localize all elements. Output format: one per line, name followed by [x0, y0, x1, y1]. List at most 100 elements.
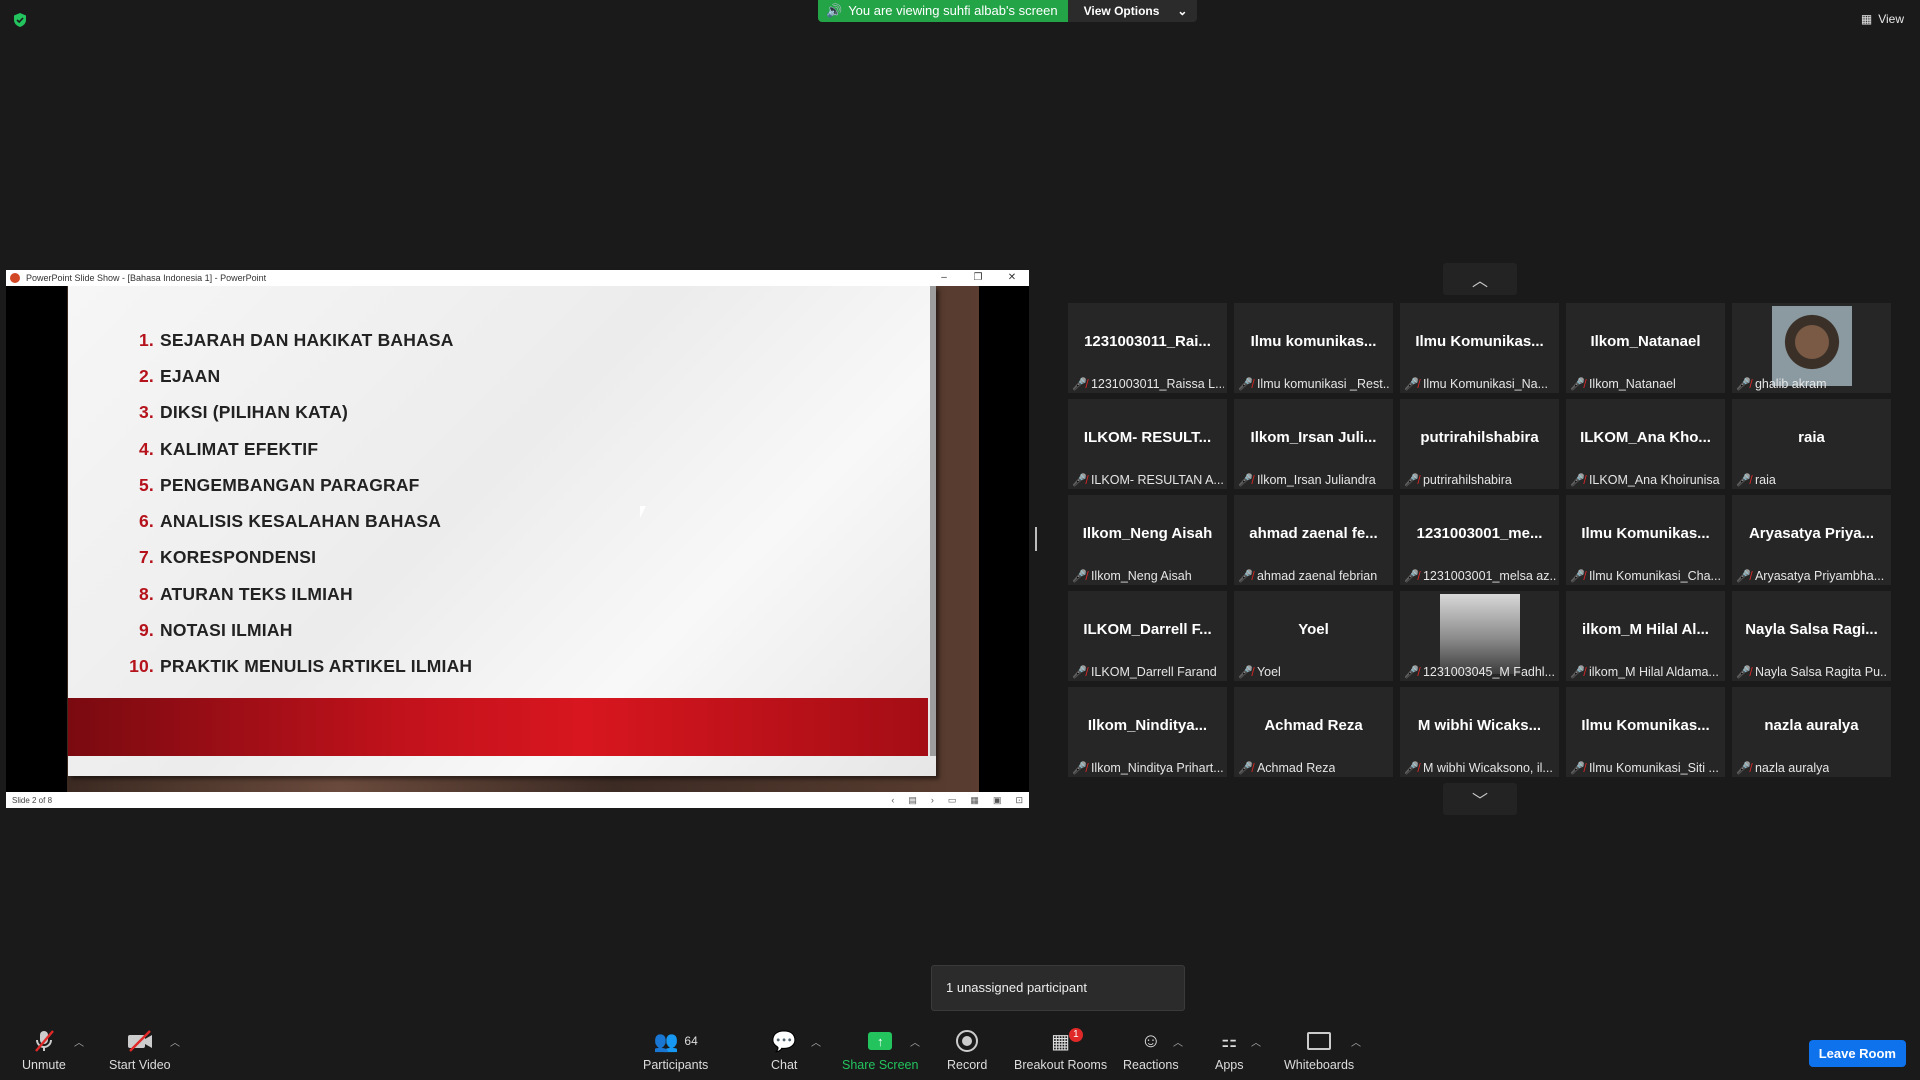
participant-tile[interactable]: Yoel 🎤̸ Yoel — [1234, 591, 1393, 681]
participant-name: Nayla Salsa Ragita Pu... — [1754, 665, 1888, 679]
whiteboards-button[interactable]: Whiteboards — [1284, 1028, 1354, 1072]
participant-display-name: Ilmu Komunikas... — [1581, 525, 1710, 542]
chat-button[interactable]: 💬 Chat — [771, 1028, 797, 1073]
participant-tile[interactable]: ilkom_M Hilal Al... 🎤̸ ilkom_M Hilal Aldam… — [1566, 591, 1725, 681]
participant-tile[interactable]: 🎤̸ 1231003045_M Fadhl... — [1400, 591, 1559, 681]
participant-name-label: 🎤̸ Ilmu Komunikasi_Na... — [1404, 377, 1548, 391]
panel-splitter-handle[interactable] — [1035, 527, 1037, 551]
topic-number: 3. — [139, 402, 154, 423]
participant-tile[interactable]: ahmad zaenal fe... 🎤̸ ahmad zaenal febrian — [1234, 495, 1393, 585]
reactions-caret-icon[interactable]: ︿ — [1173, 1034, 1183, 1049]
mouse-cursor-icon — [640, 506, 646, 518]
apps-button[interactable]: ⚏ Apps — [1215, 1028, 1244, 1073]
participant-tile[interactable]: Ilkom_Neng Aisah 🎤̸ Ilkom_Neng Aisah — [1068, 495, 1227, 585]
restore-icon[interactable]: ❐ — [961, 270, 995, 286]
muted-mic-icon: 🎤̸ — [1736, 569, 1751, 583]
next-slide-icon[interactable]: › — [931, 795, 934, 805]
participant-tile[interactable]: Ilmu Komunikas... 🎤̸ Ilmu Komunikasi_Siti … — [1566, 687, 1725, 777]
participant-tile[interactable]: 1231003011_Rai... 🎤̸ 1231003011_Raissa L..… — [1068, 303, 1227, 393]
participant-tile[interactable]: ILKOM- RESULT... 🎤̸ ILKOM- RESULTAN A... — [1068, 399, 1227, 489]
participant-tile[interactable]: nazla auralya 🎤̸ nazla auralya — [1732, 687, 1891, 777]
audio-options-caret-icon[interactable]: ︿ — [74, 1034, 84, 1049]
breakout-rooms-button[interactable]: ▦ 1 Breakout Rooms — [1014, 1028, 1107, 1072]
participant-tile[interactable]: Ilkom_Irsan Juli... 🎤̸ Ilkom_Irsan Juliand… — [1234, 399, 1393, 489]
participant-tile[interactable]: 1231003001_me... 🎤̸ 1231003001_melsa az... — [1400, 495, 1559, 585]
slide-menu-icon[interactable]: ▤ — [908, 795, 917, 806]
apps-caret-icon[interactable]: ︿ — [1251, 1034, 1261, 1049]
reading-view-icon[interactable]: ▣ — [993, 795, 1002, 806]
powerpoint-icon — [10, 273, 20, 283]
close-icon[interactable]: ✕ — [995, 270, 1029, 286]
grid-icon: ▦ — [1860, 12, 1873, 26]
participant-tile[interactable]: Ilkom_Natanael 🎤̸ Ilkom_Natanael — [1566, 303, 1725, 393]
share-screen-icon: ↑ — [868, 1032, 893, 1050]
topic-text: KALIMAT EFEKTIF — [160, 438, 319, 459]
participant-tile[interactable]: Ilmu Komunikas... 🎤̸ Ilmu Komunikasi_Cha..… — [1566, 495, 1725, 585]
participant-name-label: 🎤̸ Ilmu komunikasi _Rest... — [1238, 377, 1390, 391]
gallery-page-down-button[interactable]: ﹀ — [1443, 783, 1517, 815]
normal-view-icon[interactable]: ▭ — [948, 795, 957, 806]
participant-display-name: Achmad Reza — [1264, 717, 1363, 734]
participant-name: Yoel — [1256, 665, 1281, 679]
unmute-button[interactable]: Unmute — [22, 1028, 66, 1072]
topic-number: 8. — [139, 583, 154, 604]
participant-tile[interactable]: Ilmu komunikas... 🎤̸ Ilmu komunikasi _Rest… — [1234, 303, 1393, 393]
participant-tile[interactable]: Aryasatya Priya... 🎤̸ Aryasatya Priyambha.… — [1732, 495, 1891, 585]
shared-powerpoint-window: PowerPoint Slide Show - [Bahasa Indonesi… — [6, 270, 1029, 808]
topic-text: ANALISIS KESALAHAN BAHASA — [160, 511, 442, 532]
participant-gallery: 1231003011_Rai... 🎤̸ 1231003011_Raissa L..… — [1068, 303, 1891, 777]
record-button[interactable]: Record — [947, 1028, 987, 1072]
participant-tile[interactable]: 🎤̸ ghalib akram — [1732, 303, 1891, 393]
view-options-button[interactable]: View Options ⌄ — [1067, 0, 1198, 22]
security-shield-icon[interactable] — [12, 12, 28, 28]
gallery-page-up-button[interactable]: ︿ — [1443, 263, 1517, 295]
participant-name-label: 🎤̸ putrirahilshabira — [1404, 473, 1512, 487]
start-video-button[interactable]: Start Video — [109, 1028, 171, 1072]
slide-sorter-icon[interactable]: ▦ — [970, 795, 979, 806]
participant-display-name: Yoel — [1298, 621, 1329, 638]
participant-display-name: ILKOM_Ana Kho... — [1580, 429, 1711, 446]
participant-tile[interactable]: Ilmu Komunikas... 🎤̸ Ilmu Komunikasi_Na... — [1400, 303, 1559, 393]
muted-mic-icon: 🎤̸ — [1570, 761, 1585, 775]
participant-tile[interactable]: Nayla Salsa Ragi... 🎤̸ Nayla Salsa Ragita … — [1732, 591, 1891, 681]
chevron-up-icon: ︿ — [1471, 273, 1488, 290]
participant-display-name: ILKOM- RESULT... — [1083, 429, 1212, 446]
slide-topic-item: 3. DIKSI (PILIHAN KATA) — [128, 395, 472, 431]
participant-display-name: M wibhi Wicaks... — [1417, 717, 1542, 734]
participant-tile[interactable]: Achmad Reza 🎤̸ Achmad Reza — [1234, 687, 1393, 777]
participant-name-label: 🎤̸ ghalib akram — [1736, 377, 1827, 391]
chat-options-caret-icon[interactable]: ︿ — [811, 1034, 821, 1049]
participant-tile[interactable]: Ilkom_Ninditya... 🎤̸ Ilkom_Ninditya Prihar… — [1068, 687, 1227, 777]
reactions-button[interactable]: ☺ Reactions — [1123, 1028, 1179, 1073]
participant-tile[interactable]: M wibhi Wicaks... 🎤̸ M wibhi Wicaksono, il… — [1400, 687, 1559, 777]
participant-tile[interactable]: ILKOM_Darrell F... 🎤̸ ILKOM_Darrell Farand — [1068, 591, 1227, 681]
minimize-icon[interactable]: – — [927, 270, 961, 286]
record-label: Record — [947, 1058, 988, 1072]
participants-button[interactable]: 👥 64 Participants — [643, 1028, 708, 1073]
leave-room-button[interactable]: Leave Room — [1808, 1040, 1906, 1067]
participant-name: 1231003011_Raissa L... — [1090, 377, 1224, 391]
participant-name-label: 🎤̸ Achmad Reza — [1238, 761, 1335, 775]
view-label: View — [1878, 12, 1904, 26]
muted-mic-icon: 🎤̸ — [1404, 473, 1419, 487]
participant-display-name: Ilkom_Ninditya... — [1087, 717, 1208, 734]
view-button[interactable]: ▦ View — [1861, 12, 1904, 26]
unassigned-participant-tooltip[interactable]: 1 unassigned participant — [931, 965, 1185, 1011]
participant-tile[interactable]: putrirahilshabira 🎤̸ putrirahilshabira — [1400, 399, 1559, 489]
participant-tile[interactable]: ILKOM_Ana Kho... 🎤̸ ILKOM_Ana Khoirunisa — [1566, 399, 1725, 489]
participant-name-label: 🎤̸ 1231003001_melsa az... — [1404, 569, 1556, 583]
participant-display-name: Ilmu Komunikas... — [1581, 717, 1710, 734]
participant-name: Ilmu Komunikasi_Na... — [1422, 377, 1549, 391]
participant-tile[interactable]: raia 🎤̸ raia — [1732, 399, 1891, 489]
slideshow-view-icon[interactable]: ⊡ — [1015, 795, 1023, 806]
muted-mic-icon: 🎤̸ — [1072, 761, 1087, 775]
share-options-caret-icon[interactable]: ︿ — [910, 1034, 920, 1049]
participant-name: Achmad Reza — [1256, 761, 1336, 775]
muted-mic-icon: 🎤̸ — [1238, 665, 1253, 679]
video-options-caret-icon[interactable]: ︿ — [170, 1034, 180, 1049]
whiteboards-caret-icon[interactable]: ︿ — [1351, 1034, 1361, 1049]
prev-slide-icon[interactable]: ‹ — [891, 795, 894, 805]
share-screen-button[interactable]: ↑ Share Screen — [842, 1028, 918, 1072]
video-off-icon — [127, 1030, 152, 1052]
participant-display-name: ilkom_M Hilal Al... — [1582, 621, 1709, 638]
